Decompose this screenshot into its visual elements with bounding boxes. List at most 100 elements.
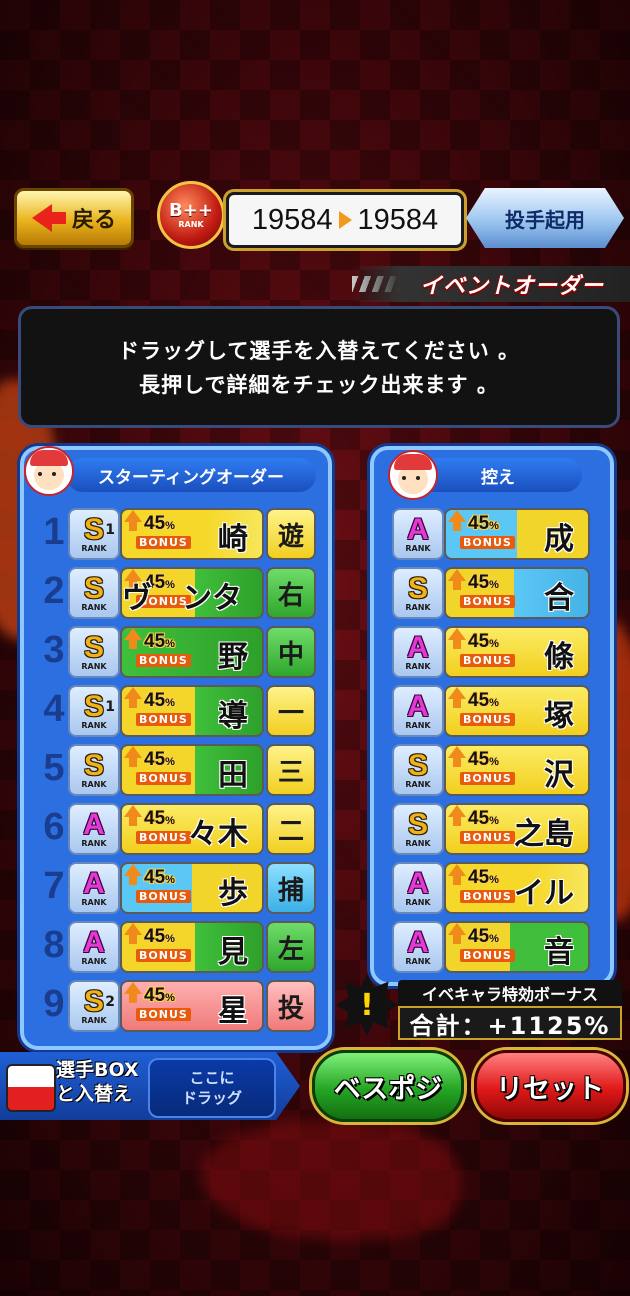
batting-order-number: 1: [43, 511, 65, 553]
player-box-swap-area[interactable]: 選手BOX と入替え ここに ドラッグ: [0, 1052, 300, 1120]
bonus-percent: 45%: [144, 631, 175, 653]
exclamation-icon: !: [336, 974, 398, 1036]
player-card[interactable]: 45% BONUS 成: [444, 508, 590, 560]
player-card[interactable]: 45% BONUS 條: [444, 626, 590, 678]
rank-letter: A: [83, 925, 105, 959]
bonus-percent-value: 45: [144, 749, 166, 770]
player-name: 歩: [218, 876, 248, 911]
instruction-line-2: 長押しで詳細をチェック出来ます 。: [139, 373, 499, 397]
score-after: 19584: [357, 203, 439, 236]
rank-chip: A RANK: [392, 626, 444, 678]
player-card[interactable]: 45% BONUS 崎: [120, 508, 264, 560]
back-button[interactable]: 戻る: [14, 188, 134, 248]
bonus-percent: 45%: [468, 631, 499, 653]
bonus-percent: 45%: [468, 808, 499, 830]
starting-row: 3 S RANK 45% BONUS 野中: [40, 624, 320, 678]
rank-letter: S: [83, 748, 104, 782]
team-rank-badge: B++ RANK: [146, 181, 236, 249]
bonus-label: BONUS: [136, 654, 191, 667]
bench-row: A RANK 45% BONUS 音: [392, 919, 592, 973]
player-card[interactable]: 45% BONUS 歩: [120, 862, 264, 914]
bonus-label: BONUS: [460, 772, 515, 785]
player-card[interactable]: 45% BONUS 之島: [444, 803, 590, 855]
back-button-label: 戻る: [71, 208, 116, 233]
flame-decoration-bottom: [200, 1120, 460, 1240]
event-bonus-total: 合計：+1125%: [398, 1006, 622, 1040]
bonus-up-arrow-icon: [124, 805, 142, 826]
bonus-percent-value: 45: [468, 926, 490, 947]
player-card[interactable]: 45% BONUS 田: [120, 744, 264, 796]
player-card[interactable]: 45% BONUS 野: [120, 626, 264, 678]
pitcher-usage-button[interactable]: 投手起用: [466, 188, 624, 248]
bonus-percent: 45%: [144, 690, 175, 712]
rank-label: RANK: [81, 661, 107, 671]
percent-sign: %: [165, 992, 175, 1004]
position-chip[interactable]: 投: [266, 980, 316, 1032]
bonus-percent-value: 45: [144, 867, 166, 888]
percent-sign: %: [165, 520, 175, 532]
bonus-percent: 45%: [468, 867, 499, 889]
best-position-button[interactable]: ベスポジ: [312, 1050, 464, 1122]
position-chip[interactable]: 右: [266, 567, 316, 619]
bench-row: A RANK 45% BONUS 條: [392, 624, 592, 678]
position-chip[interactable]: 三: [266, 744, 316, 796]
percent-sign: %: [165, 815, 175, 827]
rank-chip: S 1 RANK: [68, 685, 120, 737]
rank-sub-number: 1: [105, 522, 115, 538]
bench-row: A RANK 45% BONUS イル: [392, 860, 592, 914]
rank-label: RANK: [81, 897, 107, 907]
bonus-up-arrow-icon: [124, 687, 142, 708]
rank-letter: S: [83, 984, 104, 1018]
bench-row: A RANK 45% BONUS 塚: [392, 683, 592, 737]
rank-letter: S: [83, 512, 104, 546]
rank-chip: S RANK: [68, 744, 120, 796]
rank-letter: A: [83, 866, 105, 900]
rank-letter: S: [83, 630, 104, 664]
bonus-up-arrow-icon: [124, 510, 142, 531]
percent-sign: %: [165, 874, 175, 886]
percent-sign: %: [489, 579, 499, 591]
player-card[interactable]: 45% BONUS 見: [120, 921, 264, 973]
player-card[interactable]: 45% BONUS 沢: [444, 744, 590, 796]
bonus-label: BONUS: [460, 536, 515, 549]
bonus-label: BONUS: [136, 890, 191, 903]
player-card[interactable]: 45% BONUS 合: [444, 567, 590, 619]
bonus-label: BONUS: [460, 831, 515, 844]
player-name: 合: [544, 581, 574, 616]
rank-letter: S: [407, 807, 428, 841]
bonus-percent-value: 45: [468, 572, 490, 593]
bonus-label: BONUS: [136, 949, 191, 962]
starting-order-header: スターティングオーダー: [66, 458, 316, 492]
position-chip[interactable]: 左: [266, 921, 316, 973]
bonus-up-arrow-icon: [124, 746, 142, 767]
rank-label: RANK: [81, 956, 107, 966]
bonus-up-arrow-icon: [448, 805, 466, 826]
reset-button[interactable]: リセット: [474, 1050, 626, 1122]
player-card[interactable]: 45% BONUS 星: [120, 980, 264, 1032]
starting-row: 1 S 1 RANK 45% BONUS 崎遊: [40, 506, 320, 560]
drag-drop-zone[interactable]: ここに ドラッグ: [148, 1058, 276, 1118]
player-card[interactable]: 45%BONUSヴ ンター: [120, 567, 264, 619]
player-card[interactable]: 45% BONUS イル: [444, 862, 590, 914]
rank-chip: S RANK: [68, 567, 120, 619]
player-card[interactable]: 45% BONUS 導: [120, 685, 264, 737]
percent-sign: %: [489, 520, 499, 532]
player-name: 見: [218, 935, 248, 970]
player-card[interactable]: 45% BONUS 音: [444, 921, 590, 973]
position-chip[interactable]: 一: [266, 685, 316, 737]
back-arrow-icon: [31, 204, 66, 232]
position-chip[interactable]: 捕: [266, 862, 316, 914]
instruction-box: ドラッグして選手を入替えてください 。 長押しで詳細をチェック出来ます 。: [18, 306, 620, 428]
player-card[interactable]: 45% BONUS 々木: [120, 803, 264, 855]
position-chip[interactable]: 二: [266, 803, 316, 855]
event-order-banner: イベントオーダー: [350, 266, 630, 302]
bonus-up-arrow-icon: [124, 628, 142, 649]
player-card[interactable]: 45% BONUS 塚: [444, 685, 590, 737]
position-chip[interactable]: 中: [266, 626, 316, 678]
rank-letter: A: [407, 925, 429, 959]
bonus-percent-value: 45: [468, 690, 490, 711]
bench-row: S RANK 45% BONUS 之島: [392, 801, 592, 855]
bench-title: 控え: [481, 467, 515, 488]
rank-label: RANK: [81, 543, 107, 553]
position-chip[interactable]: 遊: [266, 508, 316, 560]
